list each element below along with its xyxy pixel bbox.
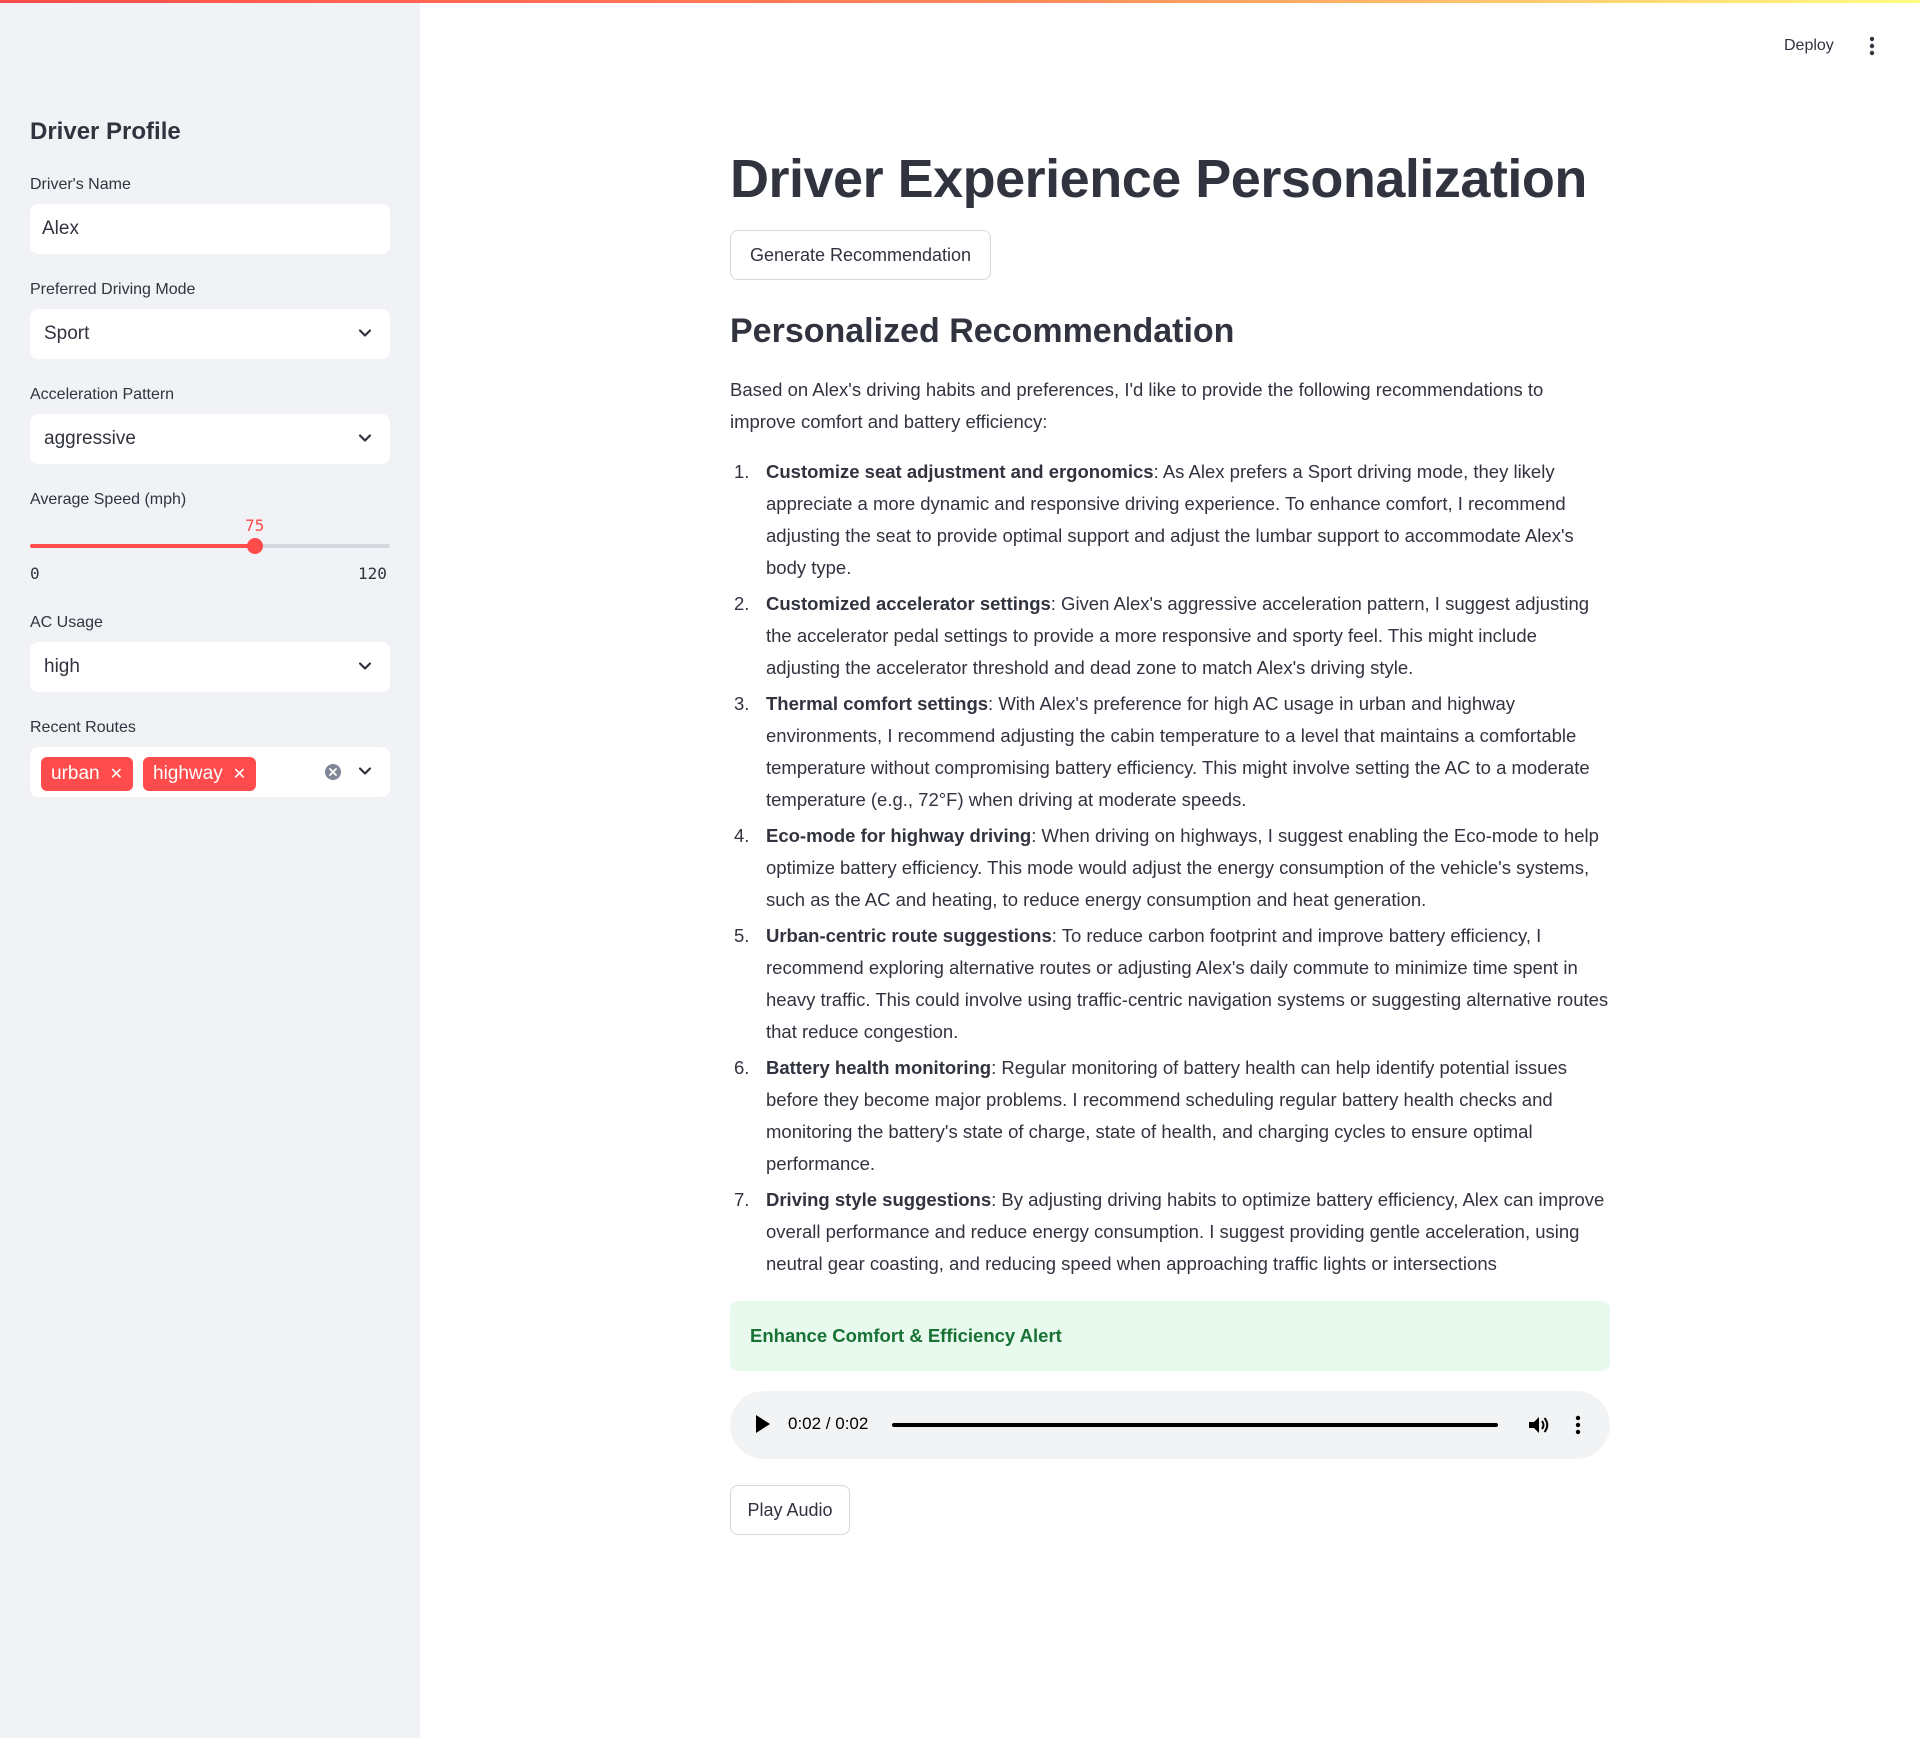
route-tag-urban[interactable]: urban ✕ (41, 757, 134, 791)
recommendation-number: 1. (734, 461, 750, 482)
page-title: Driver Experience Personalization (730, 149, 1587, 209)
chevron-down-icon (358, 329, 372, 337)
audio-player[interactable]: 0:02 / 0:02 (730, 1391, 1610, 1459)
deploy-button[interactable]: Deploy (1772, 32, 1846, 60)
mode-label: Preferred Driving Mode (30, 281, 196, 298)
recommendation-item: 4. Eco-mode for highway driving: When dri… (730, 820, 1610, 916)
recommendation-title: Driving style suggestions (766, 1189, 992, 1210)
recommendation-title: Thermal comfort settings (766, 693, 989, 714)
mode-value: Sport (44, 323, 90, 344)
audio-time: 0:02 / 0:02 (788, 1414, 869, 1433)
speed-slider-track[interactable] (30, 538, 390, 554)
route-tag-label: highway (153, 763, 223, 784)
accel-select[interactable]: aggressive (30, 414, 390, 464)
kebab-menu-icon[interactable] (1860, 32, 1884, 60)
clear-icon[interactable] (324, 763, 342, 781)
accel-value: aggressive (44, 428, 136, 449)
intro-text: Based on Alex's driving habits and prefe… (730, 379, 1544, 432)
recommendation-number: 2. (734, 593, 750, 614)
name-input[interactable]: Alex (30, 204, 390, 254)
ac-select[interactable]: high (30, 642, 390, 692)
speed-value: 75 (245, 516, 265, 535)
recommendation-number: 5. (734, 925, 750, 946)
name-value: Alex (42, 218, 79, 239)
recommendation-title: Customize seat adjustment and ergonomics (766, 461, 1154, 482)
recommendation-item: 1. Customize seat adjustment and ergonomi… (730, 456, 1610, 584)
ac-value: high (44, 656, 80, 677)
recommendation-list: 1. Customize seat adjustment and ergonomi… (730, 456, 1610, 1284)
recommendation-number: 7. (734, 1189, 750, 1210)
route-tag-label: urban (51, 763, 100, 784)
section-title: Personalized Recommendation (730, 312, 1235, 350)
close-icon[interactable]: ✕ (110, 764, 123, 784)
speed-slider-fill (30, 544, 255, 548)
routes-multiselect[interactable]: urban ✕ highway ✕ (30, 747, 390, 797)
ac-label: AC Usage (30, 614, 103, 631)
sidebar-title: Driver Profile (30, 118, 181, 145)
close-icon[interactable]: ✕ (233, 764, 246, 784)
alert-banner: Enhance Comfort & Efficiency Alert (730, 1301, 1610, 1371)
recommendation-title: Eco-mode for highway driving (766, 825, 1032, 846)
speed-min: 0 (30, 564, 40, 583)
accel-label: Acceleration Pattern (30, 386, 175, 403)
chevron-down-icon[interactable] (356, 762, 374, 780)
recommendation-item: 2. Customized accelerator settings: Given… (730, 588, 1610, 684)
recommendation-item: 3. Thermal comfort settings: With Alex's … (730, 688, 1610, 816)
audio-progress-bar[interactable] (892, 1423, 1498, 1427)
chevron-down-icon (358, 434, 372, 442)
chevron-down-icon (358, 662, 372, 670)
recommendation-number: 6. (734, 1057, 750, 1078)
kebab-menu-icon[interactable] (1570, 1413, 1586, 1437)
recommendation-number: 3. (734, 693, 750, 714)
recommendation-title: Urban-centric route suggestions (766, 925, 1052, 946)
speed-label: Average Speed (mph) (30, 491, 187, 508)
routes-label: Recent Routes (30, 719, 136, 736)
generate-recommendation-button[interactable]: Generate Recommendation (730, 230, 991, 280)
name-label: Driver's Name (30, 176, 131, 193)
play-icon[interactable] (756, 1415, 770, 1433)
volume-icon[interactable] (1526, 1413, 1552, 1437)
sidebar (0, 3, 420, 1738)
recommendation-item: 5. Urban-centric route suggestions: To re… (730, 920, 1610, 1048)
recommendation-title: Battery health monitoring (766, 1057, 992, 1078)
alert-text: Enhance Comfort & Efficiency Alert (750, 1325, 1062, 1346)
play-audio-button[interactable]: Play Audio (730, 1485, 850, 1535)
recommendation-item: 7. Driving style suggestions: By adjustin… (730, 1184, 1610, 1280)
recommendation-number: 4. (734, 825, 750, 846)
speed-max: 120 (358, 564, 387, 583)
recommendation-title: Customized accelerator settings (766, 593, 1051, 614)
mode-select[interactable]: Sport (30, 309, 390, 359)
recommendation-item: 6. Battery health monitoring: Regular mon… (730, 1052, 1610, 1180)
route-tag-highway[interactable]: highway ✕ (143, 757, 257, 791)
speed-slider-thumb[interactable] (247, 538, 263, 554)
